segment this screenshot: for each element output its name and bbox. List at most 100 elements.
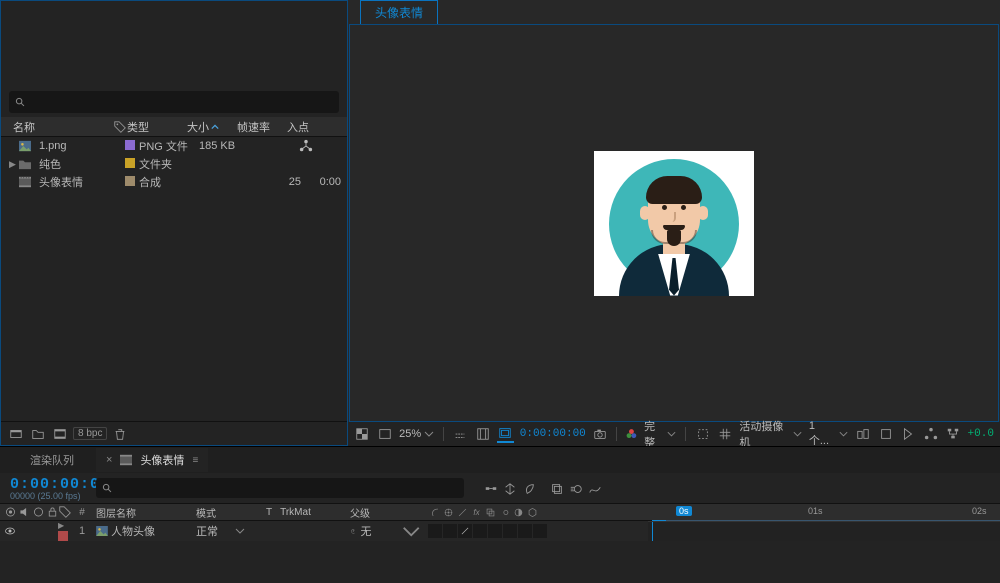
timeline-tabs: 渲染队列 × 头像表情 ≡ bbox=[0, 447, 1000, 473]
comp-mini-flowchart-button[interactable] bbox=[482, 479, 500, 497]
pickwhip-icon[interactable] bbox=[350, 524, 357, 538]
sort-asc-icon bbox=[211, 123, 219, 131]
tab-render-queue[interactable]: 渲染队列 bbox=[20, 448, 84, 472]
3d-switch[interactable] bbox=[533, 524, 547, 538]
viewer-timecode[interactable]: 0:00:00:00 bbox=[520, 428, 586, 440]
tab-composition[interactable]: × 头像表情 ≡ bbox=[96, 448, 208, 472]
col-tag[interactable] bbox=[109, 120, 123, 134]
motionblur-switch[interactable] bbox=[503, 524, 517, 538]
twirl-icon[interactable]: ▶ bbox=[58, 521, 64, 530]
flowchart-button[interactable] bbox=[945, 425, 962, 443]
share-view-button[interactable] bbox=[855, 425, 872, 443]
draft3d-button[interactable] bbox=[501, 479, 519, 497]
cache-indicator: /*dashes drawn via js below*/ bbox=[648, 515, 1000, 521]
quality-switch[interactable] bbox=[458, 524, 472, 538]
item-in: 0:00 bbox=[305, 176, 345, 188]
search-icon bbox=[102, 483, 113, 494]
col-name[interactable]: 名称 bbox=[9, 119, 109, 135]
viewer-tab[interactable]: 头像表情 bbox=[360, 0, 438, 24]
motionblur-switch-icon bbox=[498, 505, 511, 519]
label-swatch[interactable] bbox=[58, 531, 68, 541]
label-swatch[interactable] bbox=[125, 158, 135, 168]
shy-switch-icon bbox=[428, 505, 441, 519]
layer-name[interactable]: 人物头像 bbox=[90, 523, 190, 539]
shy-switch[interactable] bbox=[428, 524, 442, 538]
twirl-icon[interactable]: ▶ bbox=[9, 159, 19, 170]
col-in[interactable]: 入点 bbox=[283, 119, 323, 135]
project-item-row[interactable]: ▶ 纯色 文件夹 bbox=[1, 155, 347, 173]
item-size: 185 KB bbox=[195, 140, 245, 152]
snapshot-button[interactable] bbox=[592, 425, 609, 443]
close-icon[interactable]: × bbox=[106, 454, 112, 466]
collapse-switch[interactable] bbox=[443, 524, 457, 538]
transparency-grid-button[interactable] bbox=[475, 425, 492, 443]
zoom-dropdown[interactable]: 25% bbox=[399, 428, 435, 440]
toggle-mask-button[interactable] bbox=[377, 425, 394, 443]
item-type: 文件夹 bbox=[135, 156, 195, 172]
current-timecode[interactable]: 0:00:00:00 bbox=[10, 476, 92, 493]
frame-info: 00000 (25.00 fps) bbox=[10, 491, 92, 501]
item-name: 1.png bbox=[35, 140, 121, 152]
label-swatch[interactable] bbox=[125, 140, 135, 150]
bpc-button[interactable]: 8 bpc bbox=[73, 427, 107, 440]
audio-column-icon[interactable] bbox=[18, 505, 31, 519]
region-button[interactable] bbox=[694, 425, 711, 443]
network-icon bbox=[299, 139, 313, 153]
hide-shy-button[interactable] bbox=[520, 479, 538, 497]
adjustment-switch[interactable] bbox=[518, 524, 532, 538]
col-size[interactable]: 大小 bbox=[183, 119, 233, 135]
new-folder-button[interactable] bbox=[29, 425, 47, 443]
pixel-aspect-button[interactable] bbox=[877, 425, 894, 443]
col-label[interactable] bbox=[58, 505, 74, 519]
composition-preview bbox=[594, 151, 754, 296]
frameblend-switch-icon bbox=[484, 505, 497, 519]
delete-button[interactable] bbox=[111, 425, 129, 443]
timeline-button[interactable] bbox=[922, 425, 939, 443]
grid-button[interactable] bbox=[717, 425, 734, 443]
col-trkmat[interactable]: TTrkMat bbox=[266, 507, 344, 518]
parent-dropdown[interactable]: 无 bbox=[344, 523, 422, 539]
video-column-icon[interactable] bbox=[4, 505, 17, 519]
layer-row[interactable]: ▶ 1 人物头像 正常 无 bbox=[0, 521, 1000, 541]
video-toggle[interactable] bbox=[4, 524, 17, 538]
cti-line bbox=[652, 522, 653, 541]
viewer-canvas[interactable] bbox=[349, 24, 999, 422]
project-search[interactable] bbox=[9, 91, 339, 113]
safe-zones-button[interactable] bbox=[497, 425, 514, 443]
timeline-search[interactable] bbox=[96, 478, 464, 498]
panel-menu-icon[interactable]: ≡ bbox=[192, 455, 198, 466]
graph-editor-button[interactable] bbox=[586, 479, 604, 497]
layer-track[interactable] bbox=[648, 521, 1000, 541]
timeline-toolbar: 0:00:00:00 00000 (25.00 fps) bbox=[0, 473, 1000, 503]
3d-switch-icon bbox=[526, 505, 539, 519]
new-comp-button[interactable] bbox=[51, 425, 69, 443]
adjustment-switch-icon bbox=[512, 505, 525, 519]
frame-blend-button[interactable] bbox=[548, 479, 566, 497]
interpret-footage-button[interactable] bbox=[7, 425, 25, 443]
col-index[interactable]: # bbox=[74, 507, 90, 518]
col-layer-name[interactable]: 图层名称 bbox=[90, 505, 190, 520]
project-item-row[interactable]: 1.png PNG 文件 185 KB bbox=[1, 137, 347, 155]
draft-quality-button[interactable] bbox=[452, 425, 469, 443]
channel-icon[interactable] bbox=[625, 427, 638, 441]
quality-switch-icon bbox=[456, 505, 469, 519]
solo-column-icon[interactable] bbox=[32, 505, 45, 519]
col-type[interactable]: 类型 bbox=[123, 119, 183, 135]
col-fps[interactable]: 帧速率 bbox=[233, 119, 283, 135]
project-footer: 8 bpc bbox=[1, 421, 347, 445]
folder-icon bbox=[19, 158, 31, 170]
col-parent[interactable]: 父级 bbox=[344, 505, 422, 520]
alpha-toggle-button[interactable] bbox=[354, 425, 371, 443]
col-mode[interactable]: 模式 bbox=[190, 505, 266, 520]
motion-blur-button[interactable] bbox=[567, 479, 585, 497]
frameblend-switch[interactable] bbox=[488, 524, 502, 538]
composition-viewer: 头像表情 25% 0:00:00:00 完整 活动摄像机 1 个... bbox=[348, 0, 1000, 446]
exposure-value[interactable]: +0.0 bbox=[968, 428, 994, 440]
label-swatch[interactable] bbox=[125, 176, 135, 186]
views-dropdown[interactable]: 1 个... bbox=[809, 420, 849, 448]
fast-preview-button[interactable] bbox=[900, 425, 917, 443]
fx-switch[interactable] bbox=[473, 524, 487, 538]
blend-mode-dropdown[interactable]: 正常 bbox=[190, 523, 266, 539]
project-item-row[interactable]: 头像表情 合成 25 0:00 bbox=[1, 173, 347, 191]
layer-index: 1 bbox=[74, 525, 90, 537]
